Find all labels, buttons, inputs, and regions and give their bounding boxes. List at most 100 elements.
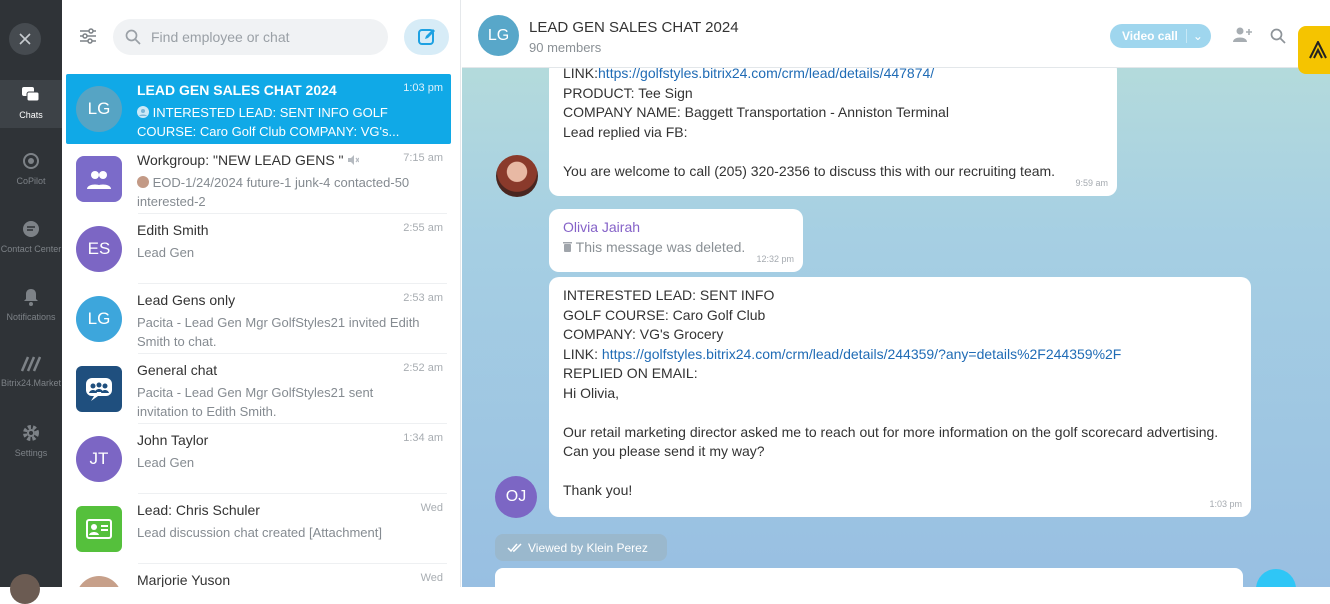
chat-list-toolbar: Find employee or chat [62,0,460,72]
viewed-status: Viewed by Klein Perez [495,534,667,561]
message-time: 1:03 pm [1209,498,1242,509]
sender-avatar [137,176,149,188]
rail-item-notifications[interactable]: Notifications [0,288,62,322]
rail-item-contact-center[interactable]: Contact Center [0,220,62,254]
close-icon [19,33,31,45]
user-avatar[interactable] [10,574,40,604]
chat-main: today LINK:https://golfstyles.bitrix24.c… [462,0,1330,587]
chat-item-lead-gens-only[interactable]: LG Lead Gens only 2:53 am Pacita - Lead … [66,284,451,354]
chat-time: 1:03 pm [403,82,443,94]
chat-title: Edith Smith [137,222,209,238]
chat-time: 7:15 am [403,152,443,164]
rail-item-market[interactable]: Bitrix24.Market [0,356,62,388]
general-chat-icon [86,378,112,401]
chat-title: LEAD GEN SALES CHAT 2024 [137,82,337,98]
chevron-down-icon[interactable]: ⌄ [1185,29,1203,43]
double-check-icon [507,542,522,552]
sender-avatar-photo[interactable] [496,155,538,197]
deleted-message-bubble: Olivia Jairah This message was deleted. … [549,209,803,272]
avatar: LG [76,86,122,132]
avatar: LG [76,296,122,342]
chat-time: 2:52 am [403,362,443,374]
avatar: ES [76,226,122,272]
search-input[interactable]: Find employee or chat [113,19,388,55]
copilot-icon [23,153,39,169]
rail-item-settings[interactable]: Settings [0,424,62,458]
chat-item-lead-gen-sales[interactable]: LG LEAD GEN SALES CHAT 2024 1:03 pm INTE… [66,74,451,144]
group-avatar [76,506,122,552]
chat-title[interactable]: LEAD GEN SALES CHAT 2024 [529,19,739,36]
left-rail: Chats CoPilot Contact Center Notificatio… [0,0,62,604]
message-bubble: LINK:https://golfstyles.bitrix24.com/crm… [549,60,1117,196]
video-call-label: Video call [1122,29,1178,43]
message-line: COMPANY NAME: Baggett Transportation - A… [563,104,949,120]
chat-item-lead-chris-schuler[interactable]: Lead: Chris Schuler Wed Lead discussion … [66,494,451,564]
market-icon [21,356,41,372]
chat-item-general[interactable]: General chat 2:52 am Pacita - Lead Gen M… [66,354,451,424]
chat-time: 2:53 am [403,292,443,304]
compose-icon [417,29,435,45]
new-chat-button[interactable] [404,19,449,55]
avatar: JT [76,436,122,482]
chat-preview: Pacita - Lead Gen Mgr GolfStyles21 sent … [137,385,374,419]
group-avatar [76,156,122,202]
send-button[interactable] [1256,569,1296,587]
chat-avatar[interactable]: LG [478,15,519,56]
chat-list-panel: Find employee or chat LG LEAD GEN SALES … [62,0,461,587]
chat-preview: Lead discussion chat created [Attachment… [137,525,382,540]
group-avatar [76,366,122,412]
rail-label: Bitrix24.Market [0,378,62,388]
message-line: Our retail marketing director asked me t… [563,423,1219,460]
group-icon [87,171,111,189]
rail-label: Notifications [6,312,56,322]
rail-label: Chats [19,110,43,120]
rail-item-copilot[interactable]: CoPilot [0,152,62,186]
message-author[interactable]: Olivia Jairah [563,218,789,238]
sender-avatar[interactable]: OJ [495,476,537,518]
chat-title: General chat [137,362,218,378]
user-icon [137,106,149,118]
lead-card-icon [86,519,112,539]
message-line: PRODUCT: Tee Sign [563,84,693,101]
trash-icon [563,241,572,252]
copilot-logo-icon [1309,41,1327,59]
chat-time: Wed [420,572,443,584]
deleted-text: This message was deleted. [563,238,789,258]
chat-preview: Lead Gen [137,245,195,260]
chat-item-edith-smith[interactable]: ES Edith Smith 2:55 am Lead Gen [66,214,451,284]
bell-icon [24,289,38,306]
copilot-widget[interactable] [1298,26,1330,74]
rail-label: Settings [14,448,48,458]
chat-title: Marjorie Yuson [137,572,231,587]
member-count[interactable]: 90 members [529,40,601,55]
message-time: 12:32 pm [756,253,794,264]
chat-time: 2:55 am [403,222,443,234]
chat-preview: EOD-1/24/2024 future-1 junk-4 contacted-… [137,175,410,209]
chat-preview: Pacita - Lead Gen Mgr GolfStyles21 invit… [137,315,420,349]
chat-title: Workgroup: "NEW LEAD GENS " [137,152,360,168]
rail-label: Contact Center [0,244,62,254]
chat-preview: Lead Gen [137,455,195,470]
rail-item-chats[interactable]: Chats [0,80,62,128]
video-call-button[interactable]: Video call ⌄ [1110,24,1211,48]
close-button[interactable] [9,23,41,55]
rail-label: CoPilot [16,176,46,186]
search-icon[interactable] [1270,28,1286,44]
filter-icon[interactable] [78,26,98,46]
lead-link[interactable]: https://golfstyles.bitrix24.com/crm/lead… [602,346,1121,362]
chat-preview: INTERESTED LEAD: SENT INFO GOLF COURSE: … [137,105,400,139]
add-user-icon[interactable] [1233,27,1253,43]
chat-item-workgroup[interactable]: Workgroup: "NEW LEAD GENS " 7:15 am EOD-… [66,144,451,214]
message-bubble: INTERESTED LEAD: SENT INFO GOLF COURSE: … [549,277,1251,517]
chat-item-john-taylor[interactable]: JT John Taylor 1:34 am Lead Gen [66,424,451,494]
message-line: You are welcome to call (205) 320-2356 t… [563,162,1056,179]
gear-icon [23,425,39,441]
message-line: REPLIED ON EMAIL: [563,365,698,381]
chat-time: 1:34 am [403,432,443,444]
message-input[interactable] [495,568,1243,587]
chat-header: LG LEAD GEN SALES CHAT 2024 90 members V… [462,0,1330,68]
search-icon [125,29,141,45]
message-line: COMPANY: VG's Grocery [563,326,724,342]
chat-item-marjorie-yuson[interactable]: Marjorie Yuson Wed [66,564,451,587]
message-line: Thank you! [563,482,633,498]
